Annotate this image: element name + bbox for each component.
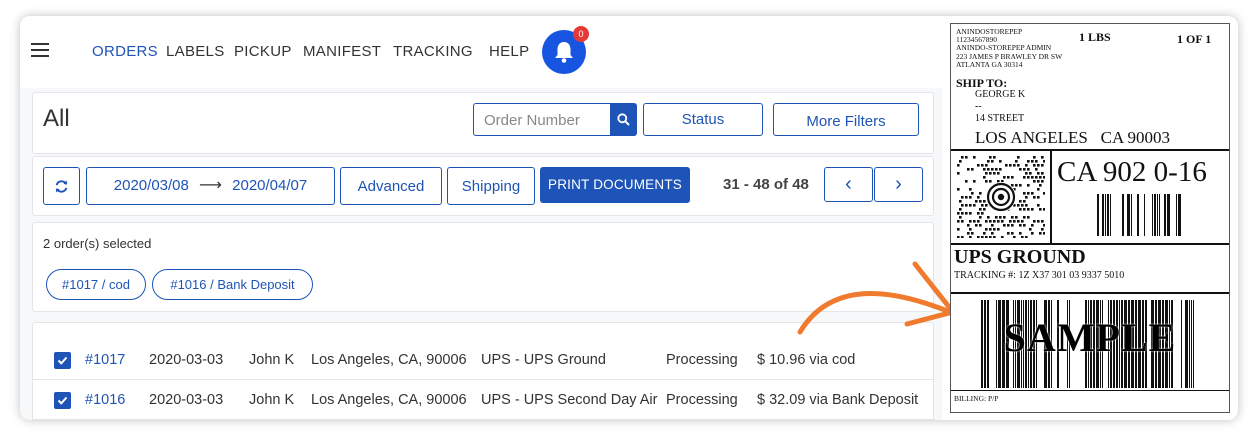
status-filter-button[interactable]: Status <box>643 103 763 136</box>
pagination-range: 31 - 48 of 48 <box>723 176 809 193</box>
refresh-button[interactable] <box>43 167 80 205</box>
shipping-service: UPS - UPS Second Day Air <box>481 392 658 408</box>
billing-info: BILLING: P/P <box>954 394 999 403</box>
selected-order-chip[interactable]: #1016 / Bank Deposit <box>152 269 313 300</box>
checkmark-icon <box>57 396 68 405</box>
date-to: 2020/04/07 <box>232 177 308 194</box>
chevron-right-icon: › <box>895 173 902 195</box>
selected-order-chip[interactable]: #1017 / cod <box>46 269 146 300</box>
screenshot-frame: ORDERS LABELS PICKUP MANIFEST TRACKING H… <box>20 16 1238 420</box>
table-row[interactable]: #1016 2020-03-03 John K Los Angeles, CA,… <box>33 380 935 420</box>
customer-name: John K <box>249 392 295 408</box>
nav-pickup[interactable]: PICKUP <box>234 43 292 60</box>
nav-orders[interactable]: ORDERS <box>92 43 158 60</box>
nav-tracking[interactable]: TRACKING <box>393 43 473 60</box>
recipient-city: LOS ANGELES CA 90003 <box>975 128 1171 147</box>
order-id-link[interactable]: #1016 <box>85 392 125 408</box>
sender-address: ANINDOSTOREPEP 11234567890 ANINDO-STOREP… <box>956 27 1063 69</box>
date-range-picker[interactable]: 2020/03/08 ⟶ 2020/04/07 <box>86 167 335 205</box>
label-weight: 1 LBS <box>1079 30 1111 44</box>
filter-bar: All Order Number Status More Filters <box>32 92 934 154</box>
order-date: 2020-03-03 <box>149 392 224 408</box>
nav-manifest[interactable]: MANIFEST <box>303 43 381 60</box>
order-date: 2020-03-03 <box>149 352 224 368</box>
arrow-right-icon: ⟶ <box>199 177 222 194</box>
customer-name: John K <box>249 352 295 368</box>
menu-icon[interactable] <box>31 43 49 57</box>
order-status: Processing <box>666 352 738 368</box>
tracking-number: TRACKING #: 1Z X37 301 03 9337 5010 <box>954 270 1125 281</box>
next-page-button[interactable]: › <box>874 167 923 202</box>
routing-code: CA 902 0-16 <box>1057 156 1207 188</box>
ship-address: Los Angeles, CA, 90006 <box>311 392 467 408</box>
row-checkbox[interactable] <box>54 392 71 409</box>
chevron-left-icon: ‹ <box>845 173 852 195</box>
label-package-count: 1 OF 1 <box>1177 32 1212 46</box>
maxicode-icon <box>957 156 1045 238</box>
table-row[interactable]: #1017 2020-03-03 John K Los Angeles, CA,… <box>33 340 935 380</box>
order-id-link[interactable]: #1017 <box>85 352 125 368</box>
shipping-label-preview: ANINDOSTOREPEP 11234567890 ANINDO-STOREP… <box>950 23 1230 413</box>
shipping-button[interactable]: Shipping <box>447 167 535 205</box>
notification-badge: 0 <box>573 26 589 42</box>
bell-icon <box>555 42 573 63</box>
nav-labels[interactable]: LABELS <box>166 43 225 60</box>
order-total: $ 10.96 via cod <box>757 352 856 368</box>
print-documents-button[interactable]: PRINT DOCUMENTS <box>540 167 690 203</box>
date-from: 2020/03/08 <box>113 177 189 194</box>
advanced-button[interactable]: Advanced <box>340 167 442 205</box>
row-checkbox[interactable] <box>54 352 71 369</box>
search-icon <box>617 113 630 126</box>
checkmark-icon <box>57 356 68 365</box>
sample-watermark: SAMPLE <box>1003 315 1177 360</box>
refresh-icon <box>55 179 68 193</box>
more-filters-button[interactable]: More Filters <box>773 103 919 136</box>
ship-address: Los Angeles, CA, 90006 <box>311 352 467 368</box>
order-total: $ 32.09 via Bank Deposit <box>757 392 919 408</box>
shipping-service: UPS - UPS Ground <box>481 352 606 368</box>
routing-barcode-icon <box>1097 194 1181 236</box>
orange-arrow-icon <box>797 261 956 335</box>
page-title: All <box>43 105 70 132</box>
recipient-address: GEORGE K -- 14 STREET <box>975 89 1026 124</box>
order-status: Processing <box>666 392 738 408</box>
top-navigation: ORDERS LABELS PICKUP MANIFEST TRACKING H… <box>20 16 942 88</box>
previous-page-button[interactable]: ‹ <box>824 167 873 202</box>
order-number-search-input[interactable]: Order Number <box>473 103 611 136</box>
search-button[interactable] <box>610 103 637 136</box>
service-name: UPS GROUND <box>954 246 1086 268</box>
nav-help[interactable]: HELP <box>489 43 529 60</box>
actions-bar: 2020/03/08 ⟶ 2020/04/07 Advanced Shippin… <box>32 156 934 216</box>
selection-summary: 2 order(s) selected <box>43 236 152 251</box>
orders-app: ORDERS LABELS PICKUP MANIFEST TRACKING H… <box>20 16 942 420</box>
